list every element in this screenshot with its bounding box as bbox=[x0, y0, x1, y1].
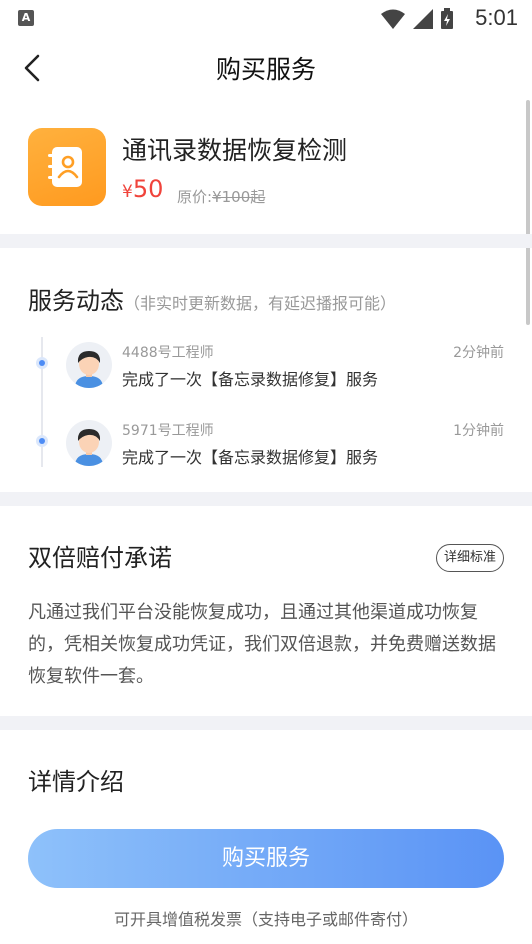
signal-icon bbox=[413, 9, 433, 29]
engineer-avatar-icon bbox=[75, 429, 103, 466]
engineer-action: 完成了一次【备忘录数据修复】服务 bbox=[122, 448, 379, 467]
guarantee-text: 凡通过我们平台没能恢复成功，且通过其他渠道成功恢复的，凭相关恢复成功凭证，我们双… bbox=[28, 602, 496, 687]
contacts-book-icon bbox=[48, 147, 82, 187]
price-symbol: ¥ bbox=[122, 182, 133, 202]
product-icon bbox=[28, 128, 106, 206]
status-icons bbox=[380, 8, 454, 30]
original-price-label: 原价: bbox=[177, 188, 213, 206]
wifi-icon bbox=[381, 9, 405, 29]
notification-icon: A bbox=[18, 10, 34, 26]
dynamics-title: 服务动态 bbox=[28, 287, 124, 315]
scrollbar[interactable] bbox=[526, 100, 530, 325]
engineer-name: 4488号工程师 bbox=[122, 345, 214, 361]
detail-standard-button[interactable]: 详细标准 bbox=[436, 544, 504, 572]
price-value: 50 bbox=[132, 175, 164, 203]
engineer-action: 完成了一次【备忘录数据修复】服务 bbox=[122, 370, 379, 389]
engineer-time: 2分钟前 bbox=[453, 345, 504, 361]
section-divider bbox=[0, 716, 532, 730]
status-bar: A 5:01 bbox=[0, 0, 532, 36]
original-price-value: ¥100起 bbox=[212, 188, 266, 206]
timeline-dot bbox=[36, 357, 48, 369]
price: ¥50 bbox=[122, 175, 163, 203]
dynamics-subtitle: （非实时更新数据，有延迟播报可能） bbox=[124, 294, 397, 313]
original-price: 原价:¥100起 bbox=[177, 186, 265, 207]
section-divider bbox=[0, 492, 532, 506]
details-title: 详情介绍 bbox=[28, 768, 124, 796]
dynamics-heading: 服务动态（非实时更新数据，有延迟播报可能） bbox=[28, 281, 396, 316]
section-divider bbox=[0, 234, 532, 248]
engineer-time: 1分钟前 bbox=[453, 423, 504, 439]
avatar bbox=[66, 342, 112, 388]
engineer-name: 5971号工程师 bbox=[122, 423, 214, 439]
buy-service-button[interactable]: 购买服务 bbox=[28, 829, 504, 888]
status-time: 5:01 bbox=[475, 5, 518, 30]
guarantee-title: 双倍赔付承诺 bbox=[28, 544, 172, 572]
page-title: 购买服务 bbox=[215, 55, 316, 84]
engineer-avatar-icon bbox=[75, 351, 103, 388]
invoice-note: 可开具增值税发票（支持电子或邮件寄付） bbox=[113, 910, 418, 929]
product-title: 通讯录数据恢复检测 bbox=[122, 136, 348, 165]
battery-charging-icon bbox=[441, 8, 453, 29]
timeline-dot bbox=[36, 435, 48, 447]
avatar bbox=[66, 420, 112, 466]
nav-bar: 购买服务 bbox=[0, 36, 532, 100]
